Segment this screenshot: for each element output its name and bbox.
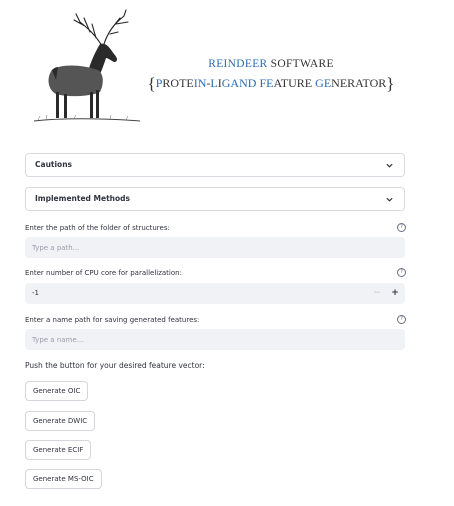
buttons-prompt: Push the button for your desired feature… (25, 361, 205, 370)
increment-button[interactable]: + (387, 283, 403, 304)
structures-path-label: Enter the path of the folder of structur… (25, 224, 170, 232)
generate-dwic-button[interactable]: Generate DWIC (25, 411, 96, 431)
chevron-down-icon (386, 163, 393, 168)
decrement-button[interactable]: − (369, 283, 385, 304)
help-icon[interactable]: ? (397, 223, 406, 232)
generate-oic-button[interactable]: Generate OIC (25, 381, 89, 401)
help-icon[interactable]: ? (397, 315, 406, 324)
help-icon[interactable]: ? (397, 268, 406, 277)
chevron-down-icon (386, 197, 393, 202)
generate-ms-oic-button[interactable]: Generate MS-OIC (25, 469, 102, 489)
expander-cautions[interactable]: Cautions (25, 153, 405, 177)
reindeer-logo-icon (33, 9, 141, 122)
output-name-input[interactable] (25, 329, 405, 350)
cpu-cores-label: Enter number of CPU core for paralleliza… (25, 269, 182, 277)
cpu-cores-input[interactable]: -1 (32, 289, 39, 297)
expander-implemented-methods[interactable]: Implemented Methods (25, 187, 405, 211)
output-name-label: Enter a name path for saving generated f… (25, 316, 200, 324)
expander-label: Implemented Methods (35, 194, 130, 203)
generate-ecif-button[interactable]: Generate ECIF (25, 440, 92, 460)
expander-label: Cautions (35, 160, 73, 169)
app-title-line2: {PROTEIN-LIGAND FEATURE GENERATOR} (147, 74, 395, 93)
app-title: REINDEER SOFTWARE {PROTEIN-LIGAND FEATUR… (140, 58, 402, 94)
structures-path-input[interactable] (25, 237, 405, 258)
app-title-line1: REINDEER SOFTWARE (208, 58, 334, 70)
cpu-cores-stepper[interactable]: -1 − + (25, 283, 405, 304)
header: REINDEER SOFTWARE {PROTEIN-LIGAND FEATUR… (0, 0, 454, 132)
